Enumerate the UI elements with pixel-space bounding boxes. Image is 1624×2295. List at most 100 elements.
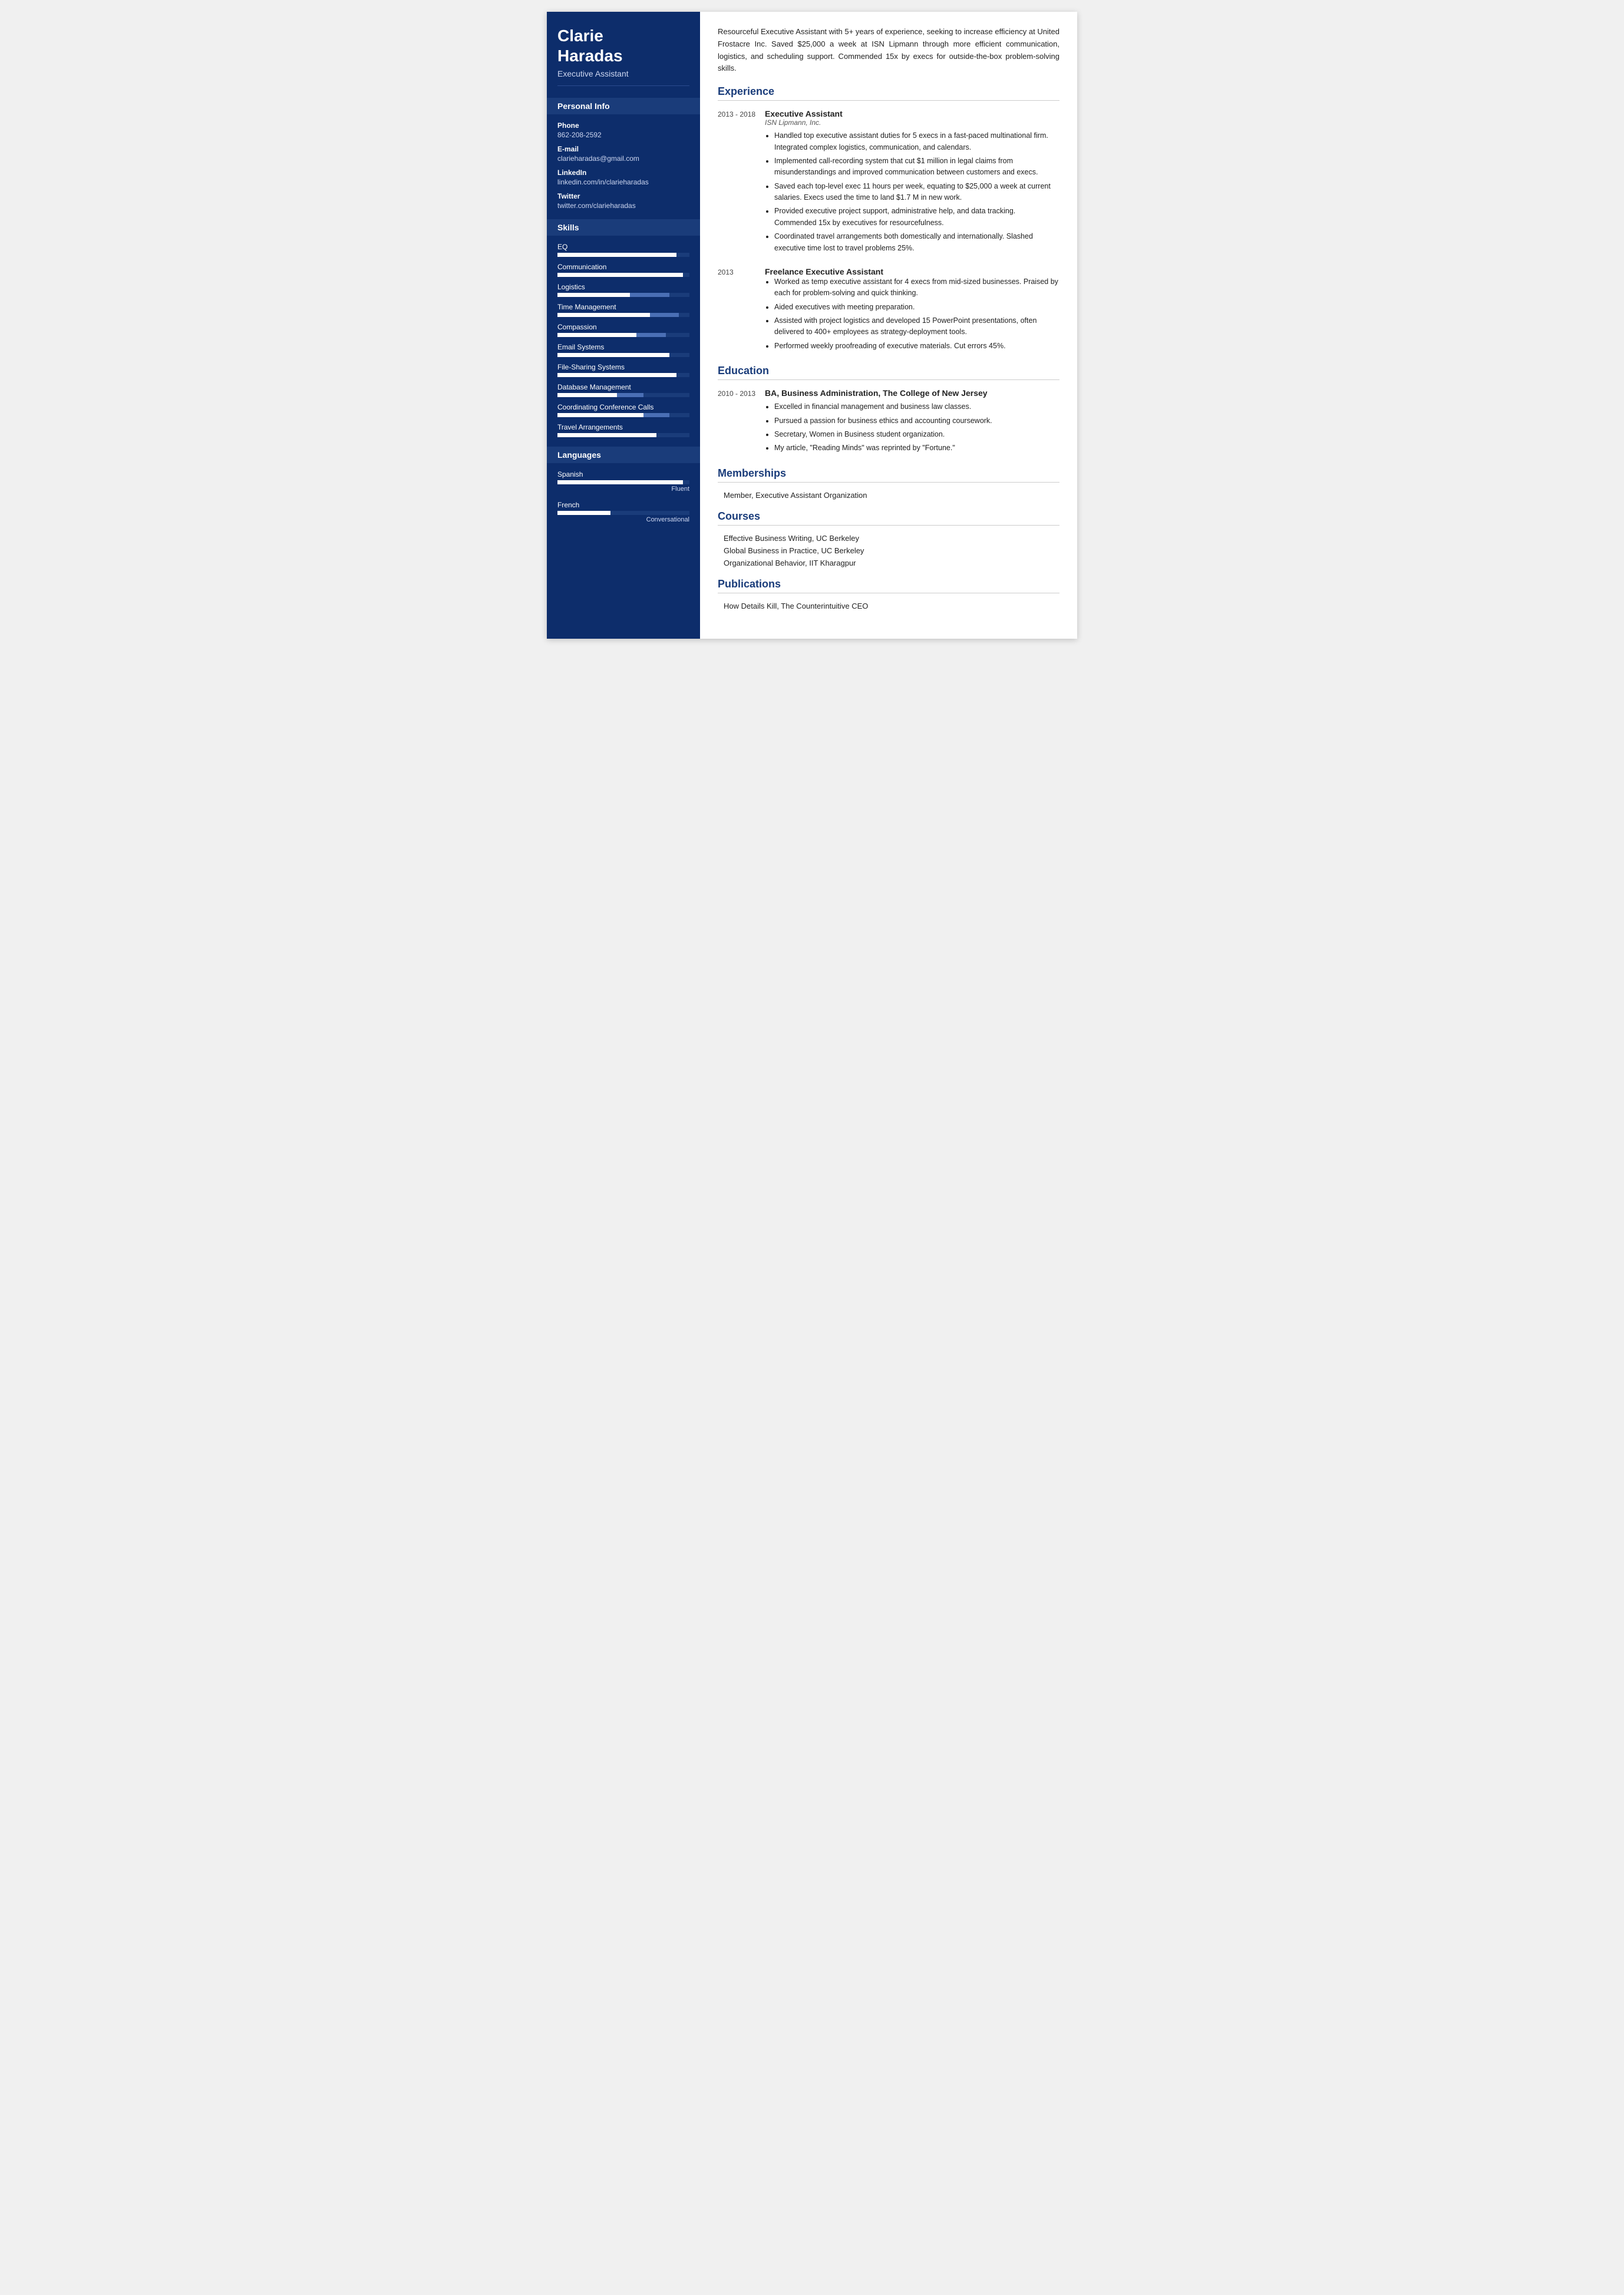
skill-bar <box>557 433 689 437</box>
experience-bullet: Implemented call-recording system that c… <box>774 156 1059 179</box>
skill-bar <box>557 273 689 277</box>
skill-item: Database Management <box>557 383 689 397</box>
publications-section: Publications How Details Kill, The Count… <box>718 578 1059 610</box>
email-label: E-mail <box>557 145 689 153</box>
linkedin-value: linkedin.com/in/clarieharadas <box>557 178 689 186</box>
experience-bullet: Aided executives with meeting preparatio… <box>774 302 1059 313</box>
courses-list: Effective Business Writing, UC Berkeley G… <box>718 534 1059 567</box>
courses-section: Courses Effective Business Writing, UC B… <box>718 510 1059 567</box>
experience-date: 2013 <box>718 267 765 354</box>
skill-name: File-Sharing Systems <box>557 363 689 371</box>
language-item: French Conversational <box>557 501 689 523</box>
publications-list: How Details Kill, The Counterintuitive C… <box>718 602 1059 610</box>
education-bullets: Excelled in financial management and bus… <box>765 401 1059 454</box>
person-name: ClarieHaradas <box>557 26 689 65</box>
experience-bullet: Worked as temp executive assistant for 4… <box>774 276 1059 299</box>
experience-bullet: Assisted with project logistics and deve… <box>774 315 1059 338</box>
experience-bullet: Saved each top-level exec 11 hours per w… <box>774 181 1059 204</box>
experience-heading: Experience <box>718 85 1059 101</box>
skill-item: Travel Arrangements <box>557 423 689 437</box>
education-bullet: Excelled in financial management and bus… <box>774 401 1059 412</box>
skill-name: Database Management <box>557 383 689 391</box>
skill-name: Logistics <box>557 283 689 291</box>
education-bullet: Secretary, Women in Business student org… <box>774 429 1059 440</box>
resume-container: ClarieHaradas Executive Assistant Person… <box>547 12 1077 639</box>
experience-content: Freelance Executive Assistant Worked as … <box>765 267 1059 354</box>
experience-section: Experience 2013 - 2018 Executive Assista… <box>718 85 1059 354</box>
skill-item: File-Sharing Systems <box>557 363 689 377</box>
experience-list: 2013 - 2018 Executive Assistant ISN Lipm… <box>718 109 1059 354</box>
person-title: Executive Assistant <box>557 69 689 86</box>
experience-company: ISN Lipmann, Inc. <box>765 118 1059 127</box>
skill-item: Communication <box>557 263 689 277</box>
memberships-heading: Memberships <box>718 467 1059 483</box>
course-item: Organizational Behavior, IIT Kharagpur <box>718 559 1059 567</box>
experience-item: 2013 Freelance Executive Assistant Worke… <box>718 267 1059 354</box>
experience-bullets: Handled top executive assistant duties f… <box>765 130 1059 254</box>
language-bar <box>557 511 689 515</box>
memberships-list: Member, Executive Assistant Organization <box>718 491 1059 500</box>
memberships-section: Memberships Member, Executive Assistant … <box>718 467 1059 500</box>
skill-bar <box>557 413 689 417</box>
publications-heading: Publications <box>718 578 1059 593</box>
membership-item: Member, Executive Assistant Organization <box>718 491 1059 500</box>
experience-content: Executive Assistant ISN Lipmann, Inc. Ha… <box>765 109 1059 256</box>
skill-name: Coordinating Conference Calls <box>557 403 689 411</box>
linkedin-label: LinkedIn <box>557 169 689 177</box>
education-degree: BA, Business Administration, The College… <box>765 388 1059 398</box>
email-value: clarieharadas@gmail.com <box>557 154 689 163</box>
experience-bullet: Provided executive project support, admi… <box>774 206 1059 229</box>
education-list: 2010 - 2013 BA, Business Administration,… <box>718 388 1059 457</box>
skill-bar <box>557 253 689 257</box>
main-content: Resourceful Executive Assistant with 5+ … <box>700 12 1077 639</box>
experience-title: Freelance Executive Assistant <box>765 267 1059 276</box>
skills-heading: Skills <box>547 219 700 236</box>
language-item: Spanish Fluent <box>557 470 689 493</box>
sidebar: ClarieHaradas Executive Assistant Person… <box>547 12 700 639</box>
education-heading: Education <box>718 365 1059 380</box>
language-bar <box>557 480 689 484</box>
skill-item: Email Systems <box>557 343 689 357</box>
experience-date: 2013 - 2018 <box>718 109 765 256</box>
education-content: BA, Business Administration, The College… <box>765 388 1059 457</box>
skill-bar <box>557 393 689 397</box>
skill-item: EQ <box>557 243 689 257</box>
experience-bullet: Handled top executive assistant duties f… <box>774 130 1059 153</box>
skill-bar <box>557 373 689 377</box>
phone-label: Phone <box>557 121 689 130</box>
skill-name: Compassion <box>557 323 689 331</box>
skill-name: EQ <box>557 243 689 251</box>
skill-name: Time Management <box>557 303 689 311</box>
personal-info-heading: Personal Info <box>547 98 700 114</box>
personal-info-block: Phone 862-208-2592 E-mail clarieharadas@… <box>557 121 689 210</box>
skill-name: Travel Arrangements <box>557 423 689 431</box>
twitter-label: Twitter <box>557 192 689 200</box>
experience-title: Executive Assistant <box>765 109 1059 118</box>
twitter-value: twitter.com/clarieharadas <box>557 202 689 210</box>
summary-text: Resourceful Executive Assistant with 5+ … <box>718 26 1059 75</box>
skill-item: Coordinating Conference Calls <box>557 403 689 417</box>
experience-item: 2013 - 2018 Executive Assistant ISN Lipm… <box>718 109 1059 256</box>
skill-item: Compassion <box>557 323 689 337</box>
phone-value: 862-208-2592 <box>557 131 689 139</box>
education-section: Education 2010 - 2013 BA, Business Admin… <box>718 365 1059 457</box>
education-date: 2010 - 2013 <box>718 388 765 457</box>
languages-heading: Languages <box>547 447 700 463</box>
course-item: Global Business in Practice, UC Berkeley <box>718 546 1059 555</box>
skill-bar <box>557 333 689 337</box>
experience-bullet: Coordinated travel arrangements both dom… <box>774 231 1059 254</box>
skill-item: Logistics <box>557 283 689 297</box>
experience-bullet: Performed weekly proofreading of executi… <box>774 341 1059 352</box>
language-name: French <box>557 501 689 509</box>
language-level: Conversational <box>557 516 689 523</box>
education-item: 2010 - 2013 BA, Business Administration,… <box>718 388 1059 457</box>
skill-bar <box>557 293 689 297</box>
skills-list: EQ Communication Logistics Time Manageme… <box>557 243 689 437</box>
education-bullet: Pursued a passion for business ethics an… <box>774 415 1059 427</box>
skill-name: Email Systems <box>557 343 689 351</box>
experience-bullets: Worked as temp executive assistant for 4… <box>765 276 1059 352</box>
skill-name: Communication <box>557 263 689 271</box>
skill-bar <box>557 313 689 317</box>
courses-heading: Courses <box>718 510 1059 526</box>
course-item: Effective Business Writing, UC Berkeley <box>718 534 1059 543</box>
